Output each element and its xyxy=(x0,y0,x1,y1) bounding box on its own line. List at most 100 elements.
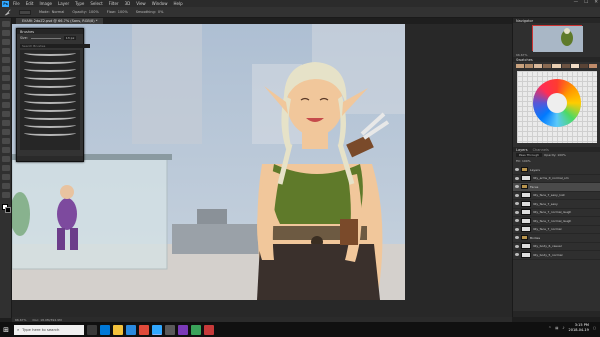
visibility-eye-icon[interactable] xyxy=(515,202,519,206)
photoshop-logo-icon[interactable]: Ps xyxy=(2,0,9,7)
layer-row[interactable]: lilly_body_6_casual xyxy=(513,243,600,251)
crop-tool-icon[interactable] xyxy=(2,57,10,63)
brush-size-value[interactable]: 13 px xyxy=(63,36,77,40)
shape-tool-icon[interactable] xyxy=(2,174,10,180)
menu-image[interactable]: Image xyxy=(39,1,52,6)
layer-row-selected[interactable]: Faces xyxy=(513,183,600,192)
edge-browser-icon[interactable] xyxy=(100,324,110,335)
app-taskbar-icon[interactable] xyxy=(191,324,201,335)
layer-opacity-control[interactable]: Opacity: 100% xyxy=(544,153,566,157)
visibility-eye-icon[interactable] xyxy=(515,244,519,248)
brush-tool-icon[interactable] xyxy=(2,84,10,90)
tab-layers[interactable]: Layers xyxy=(516,148,528,152)
visibility-eye-icon[interactable] xyxy=(515,210,519,214)
layer-fill-control[interactable]: Fill: 100% xyxy=(516,159,531,163)
clone-stamp-tool-icon[interactable] xyxy=(2,93,10,99)
app-taskbar-icon[interactable] xyxy=(204,324,214,335)
move-tool-icon[interactable] xyxy=(2,21,10,27)
opacity-value[interactable]: 100% xyxy=(89,10,99,14)
brush-stroke-preview[interactable] xyxy=(24,82,76,88)
menu-select[interactable]: Select xyxy=(90,1,102,6)
brush-stroke-preview[interactable] xyxy=(24,58,76,64)
navigator-thumbnail[interactable] xyxy=(531,25,583,52)
status-zoom[interactable]: 66.67% xyxy=(15,318,26,322)
visibility-eye-icon[interactable] xyxy=(515,168,519,172)
flow-value[interactable]: 100% xyxy=(118,10,128,14)
menu-file[interactable]: File xyxy=(13,1,20,6)
windows-start-icon[interactable]: ⊞ xyxy=(0,322,12,337)
flow-control[interactable]: Flow: 100% xyxy=(107,10,128,14)
brush-stroke-preview[interactable] xyxy=(24,98,76,104)
marquee-tool-icon[interactable] xyxy=(2,30,10,36)
swatch-strip[interactable] xyxy=(516,64,597,68)
lasso-tool-icon[interactable] xyxy=(2,39,10,45)
chevron-up-icon[interactable]: ^ xyxy=(549,326,552,330)
brush-stroke-preview[interactable] xyxy=(24,74,76,80)
visibility-eye-icon[interactable] xyxy=(515,176,519,180)
visibility-eye-icon[interactable] xyxy=(515,193,519,197)
network-icon[interactable]: ▤ xyxy=(555,326,558,330)
maximize-button[interactable]: ☐ xyxy=(584,0,588,5)
brush-stroke-preview[interactable] xyxy=(24,114,76,120)
file-explorer-icon[interactable] xyxy=(113,324,123,335)
visibility-eye-icon[interactable] xyxy=(515,219,519,223)
dodge-tool-icon[interactable] xyxy=(2,138,10,144)
smoothing-value[interactable]: 0% xyxy=(158,10,164,14)
layer-row[interactable]: lilly_face_7_normal_laugh xyxy=(513,209,600,217)
eyedropper-tool-icon[interactable] xyxy=(2,66,10,72)
visibility-eye-icon[interactable] xyxy=(515,236,519,240)
brush-search-field[interactable]: Search Brushes xyxy=(20,44,90,48)
smoothing-control[interactable]: Smoothing: 0% xyxy=(136,10,164,14)
layer-row[interactable]: lilly_face_7_sexy_lost xyxy=(513,192,600,200)
pen-tool-icon[interactable] xyxy=(2,147,10,153)
brush-stroke-preview[interactable] xyxy=(24,122,76,128)
brush-tool-icon[interactable] xyxy=(4,8,11,16)
opacity-control[interactable]: Opacity: 100% xyxy=(72,10,98,14)
visibility-eye-icon[interactable] xyxy=(515,185,519,189)
menu-filter[interactable]: Filter xyxy=(109,1,119,6)
brush-preset-picker[interactable] xyxy=(19,9,31,15)
brush-stroke-preview[interactable] xyxy=(24,66,76,72)
color-wheel[interactable] xyxy=(532,79,581,127)
history-brush-tool-icon[interactable] xyxy=(2,102,10,108)
brush-size-slider[interactable] xyxy=(30,37,61,39)
photoshop-taskbar-icon[interactable] xyxy=(152,324,162,335)
eraser-tool-icon[interactable] xyxy=(2,111,10,117)
gradient-tool-icon[interactable] xyxy=(2,120,10,126)
layer-row[interactable]: Bodies xyxy=(513,234,600,243)
menu-help[interactable]: Help xyxy=(173,1,182,6)
path-selection-tool-icon[interactable] xyxy=(2,165,10,171)
menu-type[interactable]: Type xyxy=(75,1,84,6)
zoom-tool-icon[interactable] xyxy=(2,192,10,198)
task-view-icon[interactable] xyxy=(87,324,97,335)
blend-mode-dropdown[interactable]: Pass Through xyxy=(516,153,543,157)
volume-icon[interactable]: ♪ xyxy=(562,326,564,330)
background-color-swatch[interactable] xyxy=(5,207,11,213)
brush-stroke-preview[interactable] xyxy=(24,90,76,96)
notifications-icon[interactable]: ▢ xyxy=(593,326,596,330)
layer-row[interactable]: lilly_face_7_sexy xyxy=(513,200,600,209)
mode-control[interactable]: Mode: Normal xyxy=(39,10,64,14)
store-icon[interactable] xyxy=(126,324,136,335)
brush-stroke-preview[interactable] xyxy=(24,106,76,112)
color-wheel-picker[interactable] xyxy=(516,71,597,143)
blur-tool-icon[interactable] xyxy=(2,129,10,135)
brush-stroke-preview[interactable] xyxy=(24,50,76,56)
magic-wand-tool-icon[interactable] xyxy=(2,48,10,54)
brush-list[interactable] xyxy=(20,50,80,150)
taskbar-search-field[interactable]: ⌕ Type here to search xyxy=(14,324,84,335)
tab-navigator[interactable]: Navigator xyxy=(516,19,533,23)
type-tool-icon[interactable] xyxy=(2,156,10,162)
tab-channels[interactable]: Channels xyxy=(533,148,549,152)
menu-window[interactable]: Window xyxy=(152,1,168,6)
hand-tool-icon[interactable] xyxy=(2,183,10,189)
layer-row[interactable]: lilly_body_5_normal xyxy=(513,251,600,260)
mode-value[interactable]: Normal xyxy=(52,10,65,14)
healing-tool-icon[interactable] xyxy=(2,75,10,81)
menu-edit[interactable]: Edit xyxy=(26,1,34,6)
app-taskbar-icon[interactable] xyxy=(178,324,188,335)
system-clock[interactable]: 3:15 PM 2018-04-19 xyxy=(569,323,589,332)
chrome-icon[interactable] xyxy=(139,324,149,335)
tab-swatches[interactable]: Swatches xyxy=(516,58,533,62)
layer-row[interactable]: Layers xyxy=(513,166,600,175)
